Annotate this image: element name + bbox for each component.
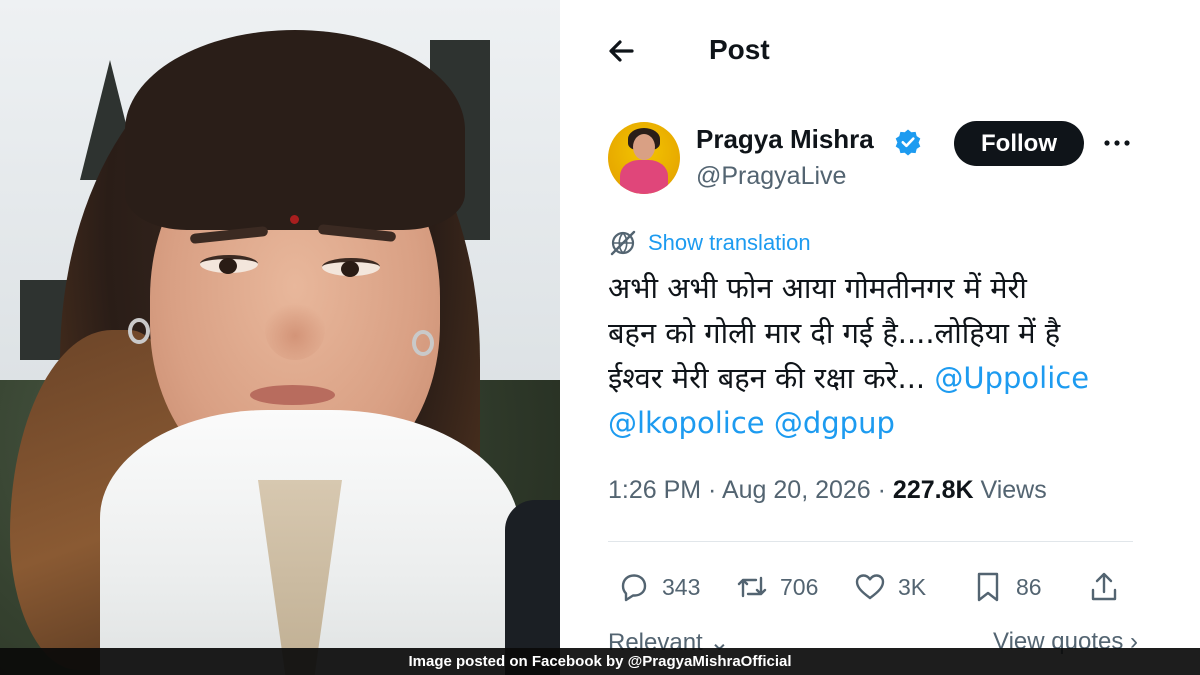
lips (250, 385, 335, 405)
more-options-button[interactable] (1100, 130, 1134, 156)
eye-left (200, 255, 258, 274)
avatar[interactable] (608, 122, 680, 194)
page-title: Post (709, 34, 770, 65)
divider (608, 541, 1133, 542)
mention-link[interactable]: @lkopolice (608, 406, 765, 440)
views-label: Views (973, 476, 1047, 504)
tweet-meta: 1:26 PM · Aug 20, 2026 · 227.8K Views (608, 476, 1047, 505)
tweet-line: @lkopolice @dgpup (608, 401, 1168, 446)
tweet-panel: Post Pragya Mishra @PragyaLive Follow Sh… (560, 0, 1200, 675)
avatar-face (633, 134, 655, 160)
tweet-line: अभी अभी फोन आया गोमतीनगर में मेरी (608, 271, 1027, 305)
tweet-date[interactable]: Aug 20, 2026 (722, 476, 871, 504)
globe-icon (610, 230, 636, 256)
tweet-text: अभी अभी फोन आया गोमतीनगर में मेरी बहन को… (608, 266, 1168, 446)
heart-icon (855, 574, 885, 600)
views-count: 227.8K (892, 476, 974, 504)
arrow-left-icon (609, 40, 634, 62)
action-bar: 343 706 3K 86 (608, 562, 1148, 612)
back-button[interactable] (604, 36, 640, 66)
portrait-photo (0, 0, 560, 675)
bookmark-count: 86 (1016, 573, 1042, 600)
tweet-line: ईश्वर मेरी बहन की रक्षा करे... @Uppolice (608, 356, 1168, 401)
like-button[interactable]: 3K (852, 562, 926, 612)
mention-link[interactable]: @Uppolice (934, 361, 1089, 395)
bindi (290, 215, 299, 224)
repost-icon (737, 576, 767, 598)
reply-button[interactable]: 343 (616, 562, 700, 612)
ellipsis-icon (1104, 140, 1130, 146)
share-button[interactable] (1086, 562, 1122, 612)
repost-count: 706 (780, 573, 819, 600)
tweet-line: बहन को गोली मार दी गई है....लोहिया में ह… (608, 316, 1061, 350)
show-translation-label: Show translation (648, 230, 811, 255)
earring-right (412, 330, 434, 356)
mention-link[interactable]: @dgpup (774, 406, 895, 440)
tweet-time[interactable]: 1:26 PM (608, 476, 701, 504)
meta-separator: · (870, 476, 893, 504)
meta-separator: · (701, 476, 722, 504)
reply-icon (621, 574, 647, 602)
nose (265, 300, 325, 360)
reply-count: 343 (662, 573, 701, 600)
show-translation-link[interactable]: Show translation (608, 228, 811, 258)
image-caption: Image posted on Facebook by @PragyaMishr… (0, 648, 1200, 675)
hair-top (125, 30, 465, 230)
verified-badge-icon (894, 128, 922, 156)
author-name[interactable]: Pragya Mishra (696, 124, 874, 155)
earring-left (128, 318, 150, 344)
like-count: 3K (898, 573, 927, 600)
top-bar: Post (560, 22, 1200, 78)
bookmark-button[interactable]: 86 (970, 562, 1042, 612)
repost-button[interactable]: 706 (734, 562, 818, 612)
tweet-line-text: ईश्वर मेरी बहन की रक्षा करे... (608, 361, 935, 395)
share-icon (1091, 572, 1117, 601)
avatar-body (620, 160, 668, 194)
author-handle[interactable]: @PragyaLive (696, 162, 846, 191)
eye-right (322, 258, 380, 277)
bookmark-icon (977, 572, 999, 602)
follow-button[interactable]: Follow (954, 121, 1084, 166)
